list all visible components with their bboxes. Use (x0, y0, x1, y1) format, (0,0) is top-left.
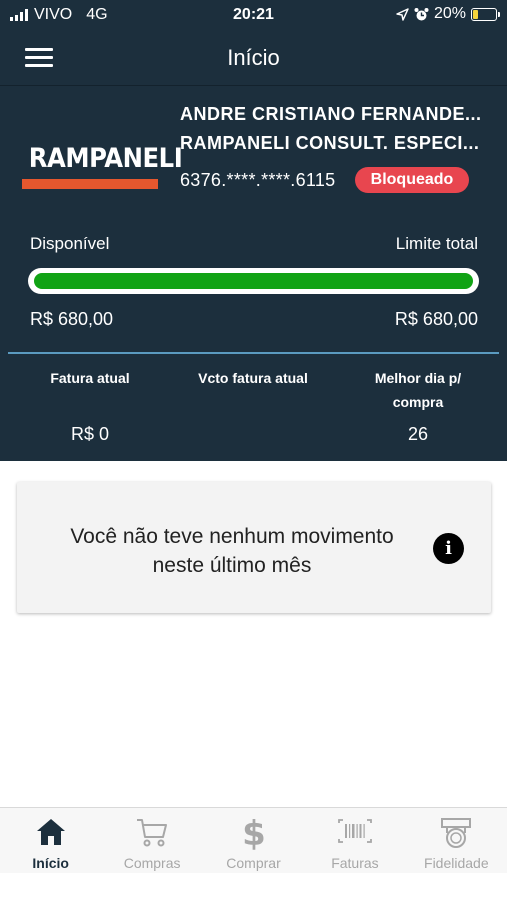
card-number: 6376.****.****.6115 (180, 170, 336, 190)
current-invoice-value: R$ 0 (70, 424, 110, 444)
location-arrow-icon (396, 7, 409, 21)
battery-percent: 20% (433, 5, 466, 22)
home-icon (36, 819, 65, 845)
status-right: 20% (396, 5, 500, 23)
best-day-label: Melhor dia p/ compra (374, 370, 462, 410)
available-label: Disponível (30, 234, 110, 253)
total-limit-label: Limite total (395, 234, 478, 253)
barcode-icon (338, 819, 372, 843)
status-badge: Bloqueado (355, 167, 469, 193)
status-bar: VIVO 4G 20:21 20% (0, 0, 507, 30)
tab-label: Comprar (226, 855, 281, 871)
loyalty-badge-icon (441, 818, 472, 848)
tab-inicio[interactable]: Início (0, 808, 101, 873)
alarm-clock-icon (414, 7, 429, 20)
app-bar: Início (0, 30, 507, 86)
due-date-label: Vcto fatura atual (198, 370, 308, 386)
available-value: R$ 680,00 (30, 309, 114, 329)
bottom-tab-bar: Início Compras $ Comprar Faturas Fidelid… (0, 807, 507, 873)
logo-text: RAMPANELI (28, 143, 183, 174)
current-invoice-label: Fatura atual (50, 370, 130, 386)
company-logo: RAMPANELI (22, 143, 183, 193)
shopping-cart-icon (137, 819, 168, 847)
tab-comprar[interactable]: $ Comprar (203, 808, 304, 873)
home-indicator-area (0, 873, 507, 900)
screen: VIVO 4G 20:21 20% Início RAMPANELI ANDRE… (0, 0, 507, 900)
info-icon[interactable]: i (433, 533, 464, 564)
tab-compras[interactable]: Compras (101, 808, 202, 873)
account-header: VIVO 4G 20:21 20% Início RAMPANELI ANDRE… (0, 0, 507, 461)
no-activity-message: Você não teve nenhum movimento neste últ… (70, 525, 394, 577)
tab-label: Fidelidade (424, 855, 489, 871)
limit-progress-fill (34, 273, 473, 289)
tab-fidelidade[interactable]: Fidelidade (406, 808, 507, 873)
company-name: RAMPANELI CONSULT. ESPECI... (180, 133, 480, 153)
tab-label: Faturas (331, 855, 379, 871)
tab-label: Início (32, 855, 69, 871)
total-limit-value: R$ 680,00 (394, 309, 478, 329)
tab-label: Compras (123, 855, 181, 871)
page-title: Início (227, 45, 280, 70)
battery-charging-icon (471, 7, 500, 21)
limit-progress-bar (28, 268, 479, 294)
dollar-icon: $ (242, 816, 266, 850)
logo-underline (22, 179, 158, 189)
tab-faturas[interactable]: Faturas (304, 808, 405, 873)
best-day-value: 26 (407, 424, 429, 444)
svg-text:$: $ (242, 816, 266, 850)
divider (8, 352, 499, 354)
no-activity-card: Você não teve nenhum movimento neste últ… (17, 482, 491, 613)
cardholder-name: ANDRE CRISTIANO FERNANDE... (180, 104, 482, 124)
